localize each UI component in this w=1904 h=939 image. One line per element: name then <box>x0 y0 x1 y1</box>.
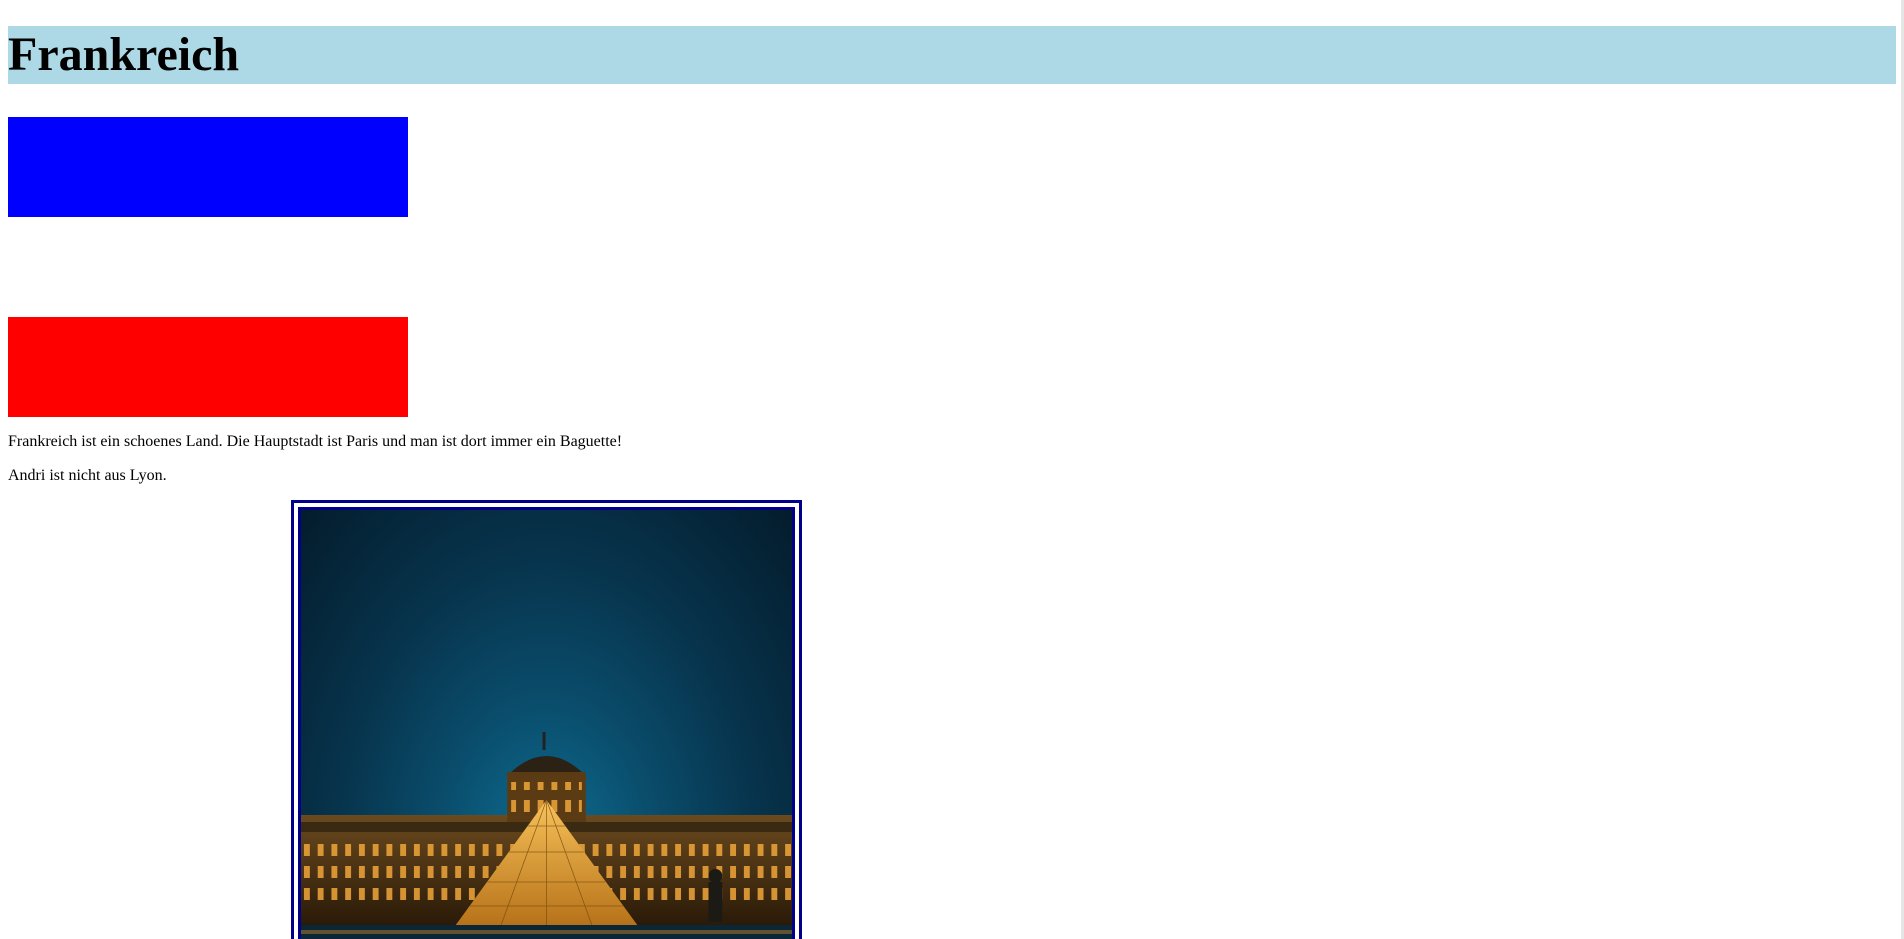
flag-stripe-red <box>8 317 408 417</box>
flag-stripe-white <box>8 217 408 317</box>
louvre-photo-frame <box>291 500 802 939</box>
lyon-paragraph: Andri ist nicht aus Lyon. <box>8 467 167 484</box>
page-title: Frankreich <box>8 26 1896 84</box>
louvre-illustration <box>301 732 792 939</box>
intro-paragraph: Frankreich ist ein schoenes Land. Die Ha… <box>8 433 623 450</box>
page: Frankreich Frankreich ist ein schoenes L… <box>8 0 1896 485</box>
flag-stripe-blue <box>8 117 408 217</box>
louvre-photo <box>298 507 795 939</box>
